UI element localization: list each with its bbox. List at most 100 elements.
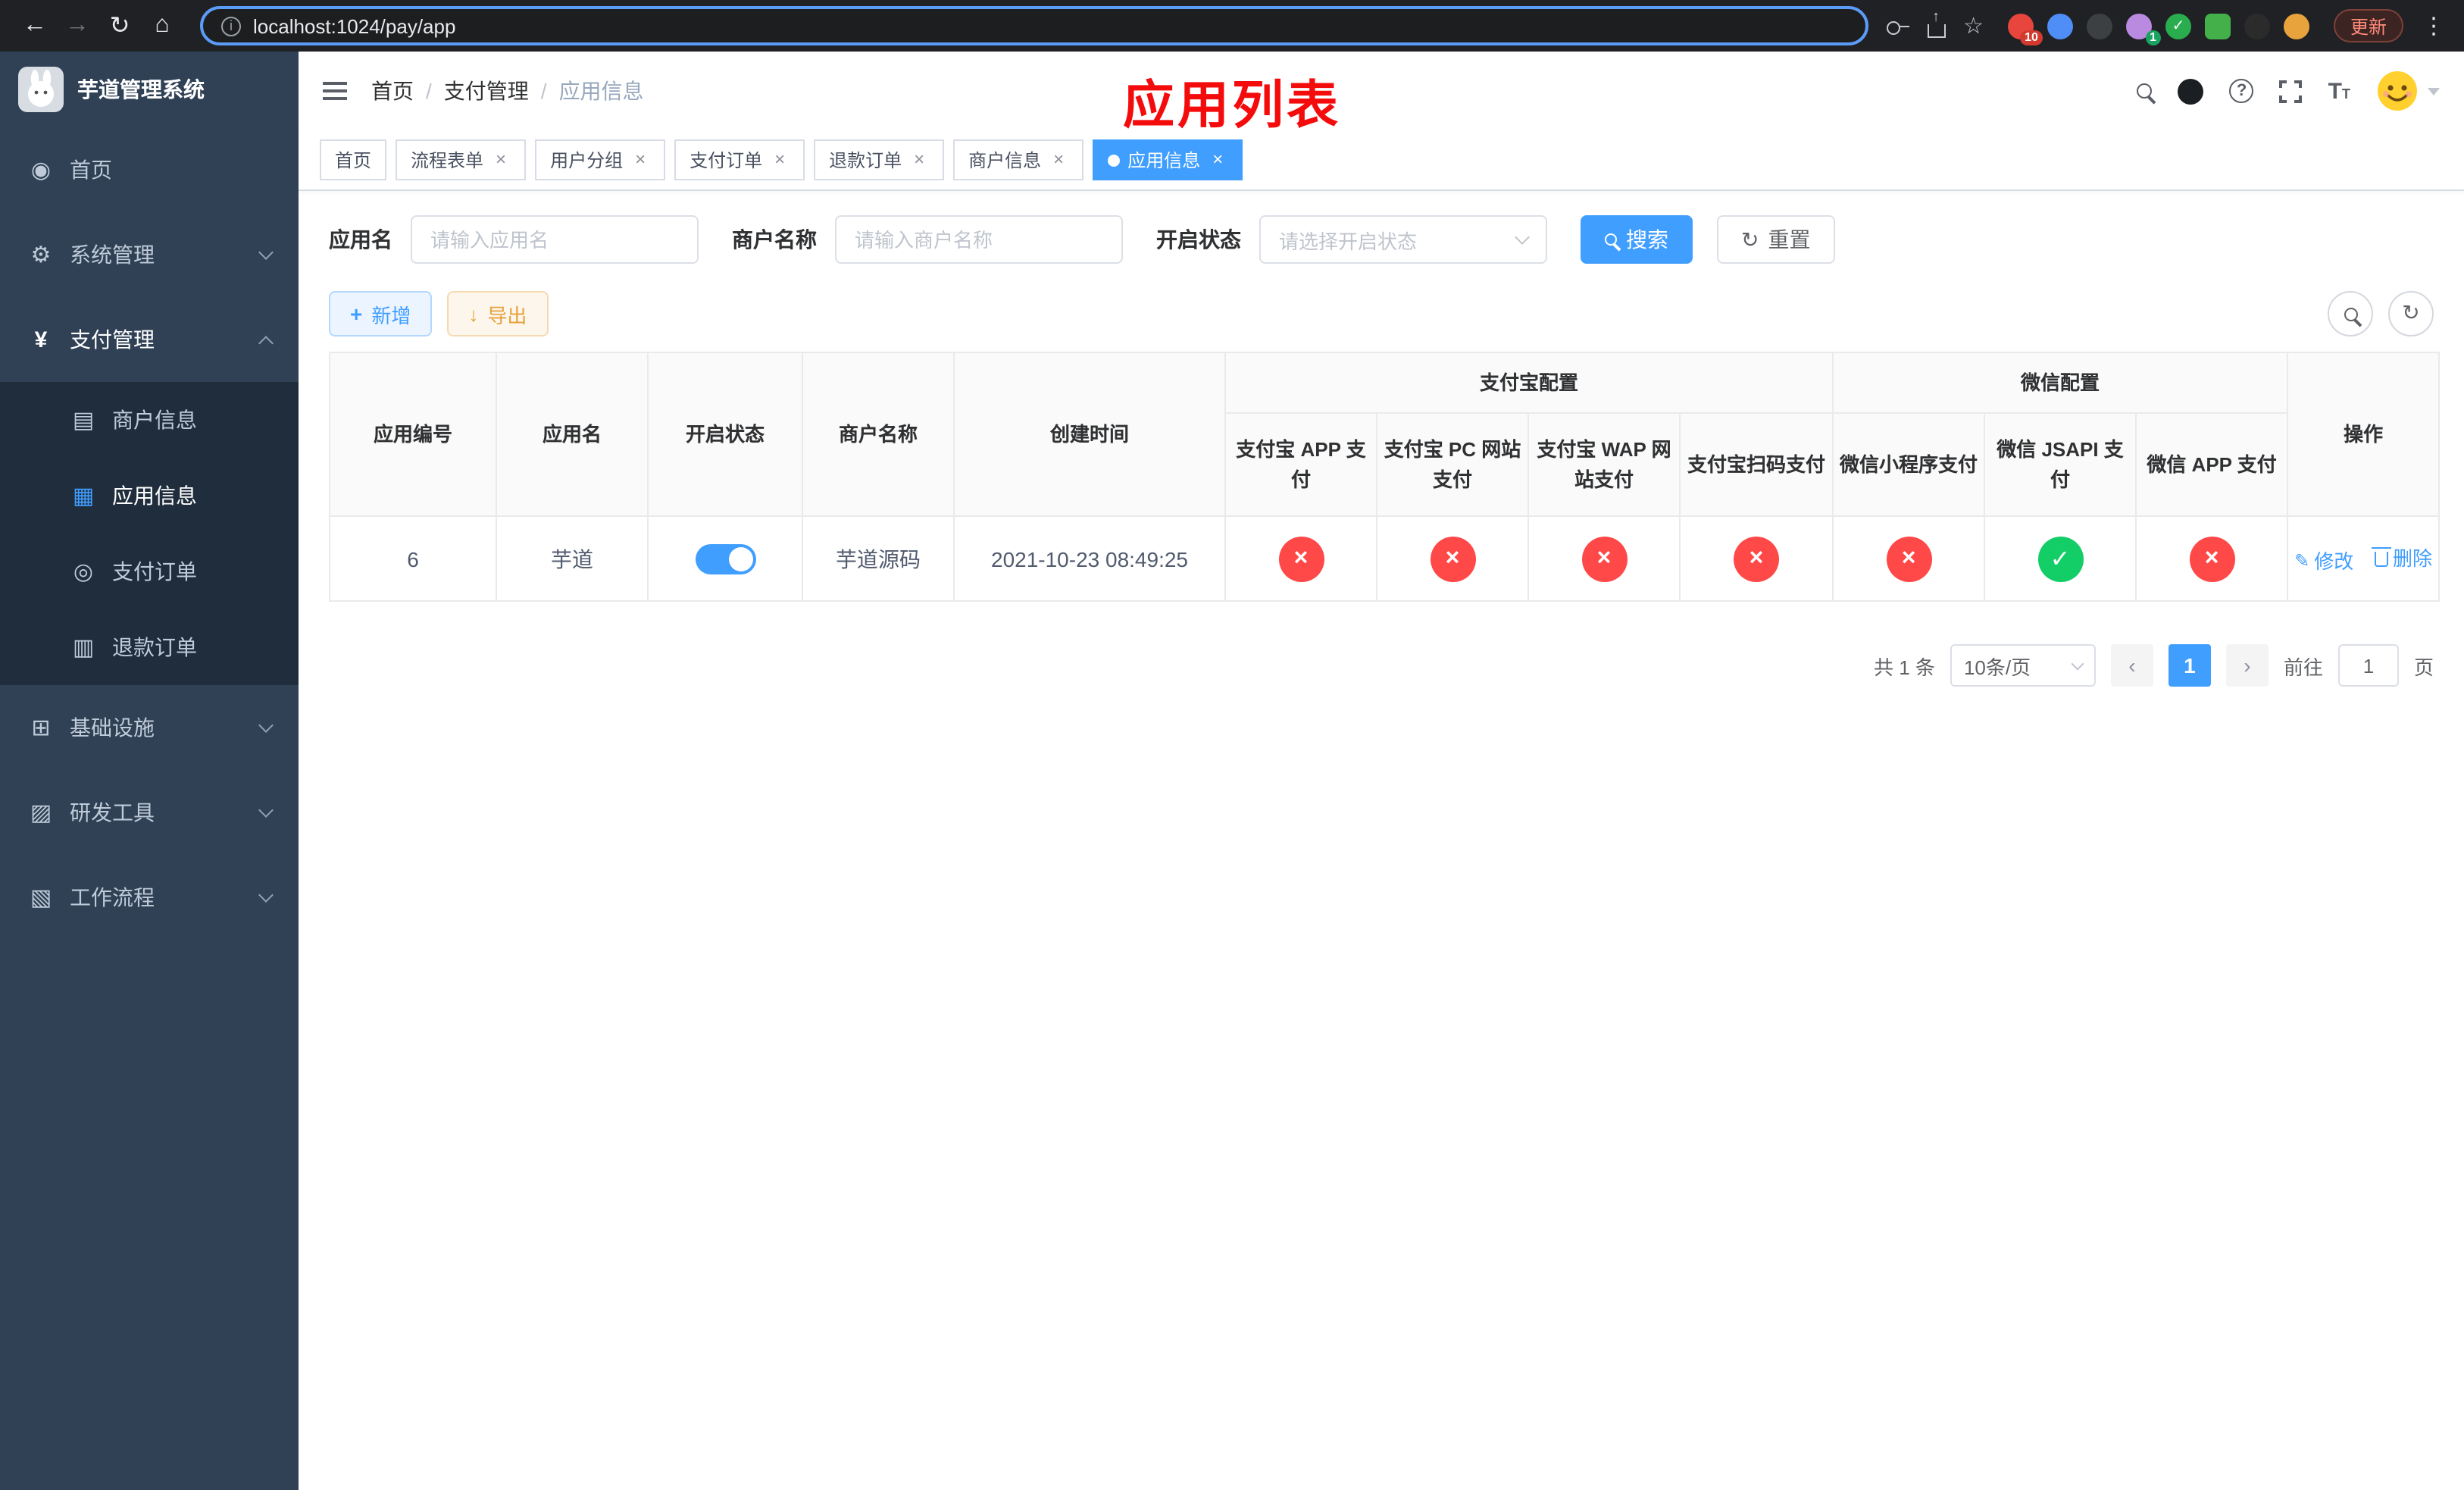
- sidebar-item-merchant-info[interactable]: 商户信息: [0, 382, 299, 458]
- download-icon: [468, 302, 478, 325]
- sidebar-item-infrastructure[interactable]: 基础设施: [0, 685, 299, 770]
- delete-link[interactable]: 删除: [2372, 543, 2432, 572]
- sidebar-item-dev-tools[interactable]: 研发工具: [0, 770, 299, 855]
- close-icon[interactable]: [491, 150, 511, 170]
- merchant-name-input[interactable]: [835, 215, 1123, 264]
- toggle-search-button[interactable]: [2328, 291, 2373, 337]
- goto-page-input[interactable]: [2337, 644, 2399, 687]
- sidebar-item-workflow[interactable]: 工作流程: [0, 855, 299, 940]
- sidebar-item-system[interactable]: 系统管理: [0, 212, 299, 297]
- reset-button-label: 重置: [1768, 227, 1811, 252]
- sidebar-logo[interactable]: 芋道管理系统: [0, 52, 299, 127]
- browser-forward-icon[interactable]: [58, 6, 97, 45]
- tab-pay-order[interactable]: 支付订单: [674, 139, 805, 180]
- export-button-label: 导出: [487, 304, 527, 327]
- extension-icon-3[interactable]: [2086, 13, 2112, 39]
- goto-label: 前往: [2283, 656, 2323, 678]
- status-toggle[interactable]: [695, 543, 755, 574]
- cell-app-id: 6: [329, 515, 497, 602]
- order-icon: [70, 558, 97, 585]
- page-info-icon[interactable]: [221, 16, 241, 36]
- export-button[interactable]: 导出: [447, 291, 549, 337]
- sidebar-item-payment[interactable]: 支付管理: [0, 297, 299, 382]
- app-name-input[interactable]: [411, 215, 699, 264]
- add-button[interactable]: 新增: [329, 291, 433, 337]
- browser-home-icon[interactable]: [142, 6, 182, 45]
- merchant-card-icon: [70, 406, 97, 434]
- tab-home[interactable]: 首页: [320, 139, 387, 180]
- search-icon[interactable]: [2137, 83, 2153, 99]
- tab-user-group[interactable]: 用户分组: [535, 139, 666, 180]
- sidebar-submenu-payment: 商户信息 应用信息 支付订单 退款订单: [0, 382, 299, 685]
- browser-toolbar: localhost:1024/pay/app 10 1 ✓ 更新: [0, 0, 2464, 52]
- col-header-alipay-app: 支付宝 APP 支付: [1224, 412, 1377, 517]
- sidebar-item-label: 支付管理: [70, 327, 155, 352]
- chrome-update-button[interactable]: 更新: [2333, 9, 2403, 42]
- share-icon[interactable]: [1927, 23, 1946, 37]
- breadcrumb-home[interactable]: 首页: [371, 76, 414, 106]
- sidebar-item-pay-order[interactable]: 支付订单: [0, 534, 299, 609]
- close-icon[interactable]: [770, 150, 790, 170]
- refresh-table-button[interactable]: [2388, 291, 2434, 337]
- sidebar-item-refund-order[interactable]: 退款订单: [0, 609, 299, 685]
- status-x-icon: [1430, 536, 1475, 581]
- address-bar[interactable]: localhost:1024/pay/app: [200, 6, 1868, 45]
- tab-app-info[interactable]: 应用信息: [1093, 139, 1243, 180]
- fullscreen-icon[interactable]: [2278, 78, 2304, 104]
- extension-icon-5[interactable]: ✓: [2165, 13, 2191, 39]
- col-header-action: 操作: [2287, 352, 2441, 517]
- trash-icon: [2372, 546, 2392, 567]
- browser-reload-icon[interactable]: [100, 6, 139, 45]
- refresh-icon: [1741, 227, 1759, 252]
- browser-menu-icon[interactable]: [2422, 12, 2446, 39]
- status-x-icon: [2189, 536, 2235, 581]
- close-icon[interactable]: [1049, 150, 1068, 170]
- tab-label: 商户信息: [968, 150, 1042, 171]
- extension-icon-2[interactable]: [2047, 13, 2073, 39]
- screen: localhost:1024/pay/app 10 1 ✓ 更新: [0, 0, 2464, 1490]
- edit-pencil-icon: [2294, 549, 2309, 571]
- sidebar-collapse-icon[interactable]: [323, 82, 347, 100]
- extension-icon-1[interactable]: 10: [2007, 13, 2043, 45]
- bookmark-star-icon[interactable]: [1963, 12, 1984, 39]
- sidebar-item-home[interactable]: 首页: [0, 127, 299, 212]
- help-icon[interactable]: [2229, 79, 2254, 103]
- app-grid-icon: [70, 482, 97, 509]
- page-number-button[interactable]: 1: [2168, 644, 2211, 687]
- page-size-select[interactable]: 10条/页: [1950, 644, 2096, 687]
- filter-form: 应用名 商户名称 开启状态 请选择开启状态: [329, 215, 2434, 264]
- extension-icon-8[interactable]: [2283, 13, 2309, 39]
- close-icon[interactable]: [909, 150, 929, 170]
- next-page-button[interactable]: ›: [2225, 644, 2269, 687]
- col-header-app-name: 应用名: [496, 352, 649, 517]
- user-avatar[interactable]: [2376, 70, 2440, 112]
- password-key-icon[interactable]: [1886, 14, 1909, 37]
- page-size-label: 10条/页: [1963, 656, 2031, 678]
- status-select[interactable]: 请选择开启状态: [1259, 215, 1547, 264]
- app-table: 应用编号 应用名 开启状态 商户名称 创建时间 支付宝配置 微信配置 操作 支付…: [329, 352, 2441, 602]
- sidebar-item-app-info[interactable]: 应用信息: [0, 458, 299, 534]
- col-header-wx-jsapi: 微信 JSAPI 支付: [1984, 412, 2137, 517]
- col-header-alipay-pc: 支付宝 PC 网站支付: [1376, 412, 1529, 517]
- cell-wx-jsapi: [1984, 515, 2137, 602]
- group-header-alipay: 支付宝配置: [1224, 352, 1834, 414]
- tab-label: 用户分组: [550, 150, 624, 171]
- tools-icon: [27, 799, 55, 826]
- breadcrumb-payment[interactable]: 支付管理: [444, 76, 529, 106]
- extension-icon-4[interactable]: 1: [2125, 13, 2161, 45]
- browser-back-icon[interactable]: [15, 6, 55, 45]
- extension-icon-6[interactable]: [2204, 13, 2231, 39]
- tab-refund-order[interactable]: 退款订单: [814, 139, 945, 180]
- tab-process-form[interactable]: 流程表单: [396, 139, 527, 180]
- close-icon[interactable]: [1208, 150, 1227, 170]
- search-button[interactable]: 搜索: [1581, 215, 1693, 264]
- prev-page-button[interactable]: ‹: [2110, 644, 2153, 687]
- extension-icon-7[interactable]: [2244, 13, 2270, 39]
- edit-link[interactable]: 修改: [2294, 546, 2353, 574]
- font-size-icon[interactable]: [2328, 78, 2350, 104]
- close-icon[interactable]: [630, 150, 650, 170]
- tab-merchant-info[interactable]: 商户信息: [953, 139, 1084, 180]
- github-icon[interactable]: [2178, 78, 2204, 104]
- reset-button[interactable]: 重置: [1717, 215, 1835, 264]
- tab-label: 首页: [335, 150, 372, 171]
